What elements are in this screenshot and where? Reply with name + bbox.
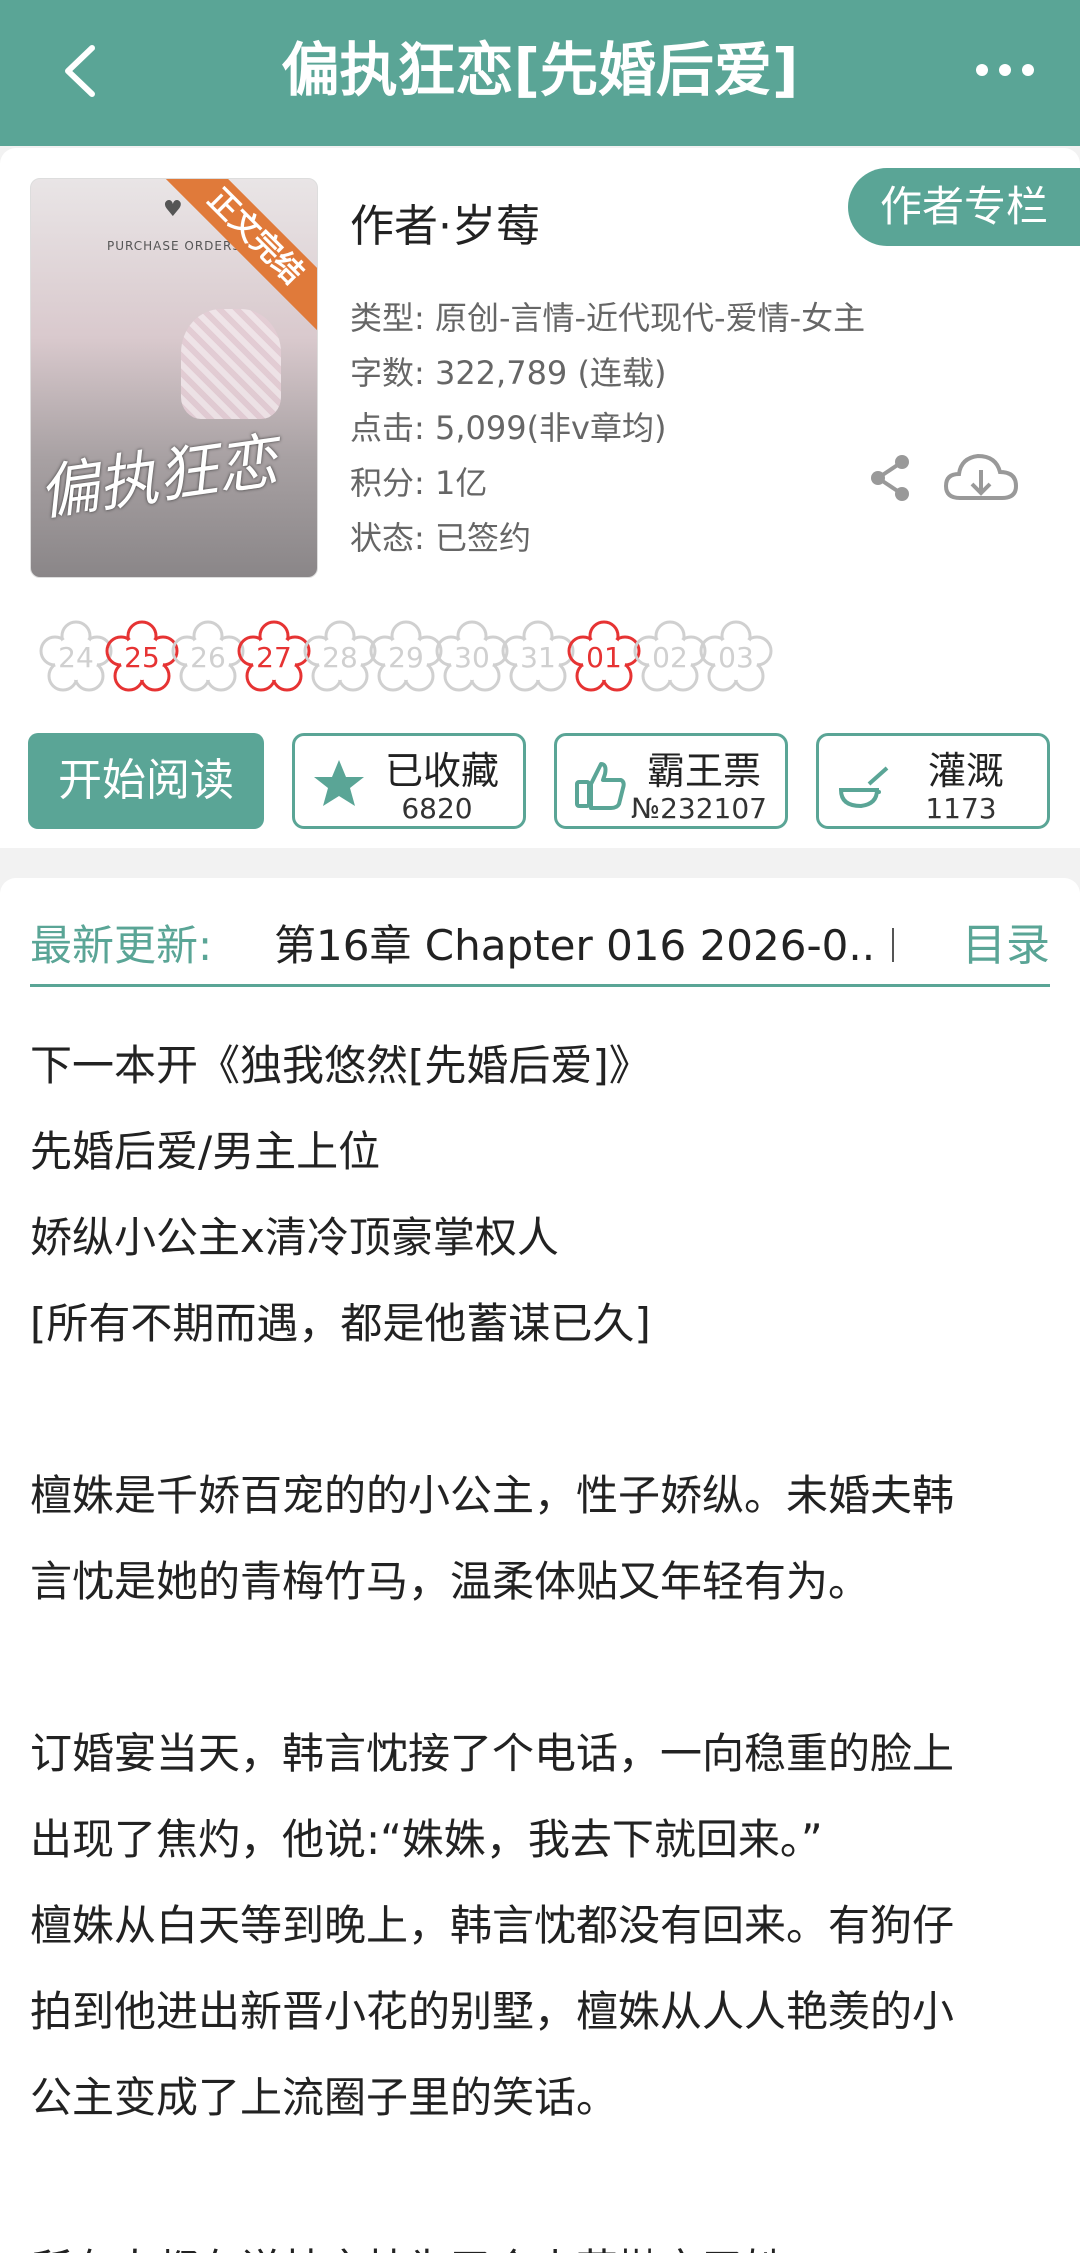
genre-text: 类型: 原创-言情-近代现代-爱情-女主	[350, 299, 866, 337]
bow-decoration	[181, 309, 281, 419]
synopsis-line: 檀姝是千娇百宠的的小公主，性子娇纵。未婚夫韩	[30, 1471, 955, 1520]
top-app-bar: 偏执狂恋[先婚后爱]	[0, 0, 1080, 146]
synopsis-line: 下一本开《独我悠然[先婚后爱]》	[30, 1041, 651, 1090]
ticket-button[interactable]: 霸王票 №232107	[554, 733, 788, 829]
synopsis-line: 所有人都在说韩言忱为了个小花抛弃了她	[30, 2227, 1060, 2253]
cover-calligraphy: 偏执狂恋	[34, 426, 282, 530]
collect-count: 6820	[401, 792, 473, 825]
latest-update-label: 最新更新:	[30, 921, 213, 970]
flower-day-03[interactable]: 03	[696, 618, 776, 698]
synopsis-line: 娇纵小公主x清冷顶豪掌权人	[30, 1213, 559, 1262]
book-title: 偏执狂恋[先婚后爱]	[281, 36, 799, 104]
start-reading-button[interactable]: 开始阅读	[28, 733, 264, 829]
synopsis-line: 檀姝从白天等到晚上，韩言忱都没有回来。有狗仔	[30, 1901, 955, 1950]
more-options-icon[interactable]	[970, 45, 1040, 95]
book-cover-image[interactable]: ♥ PURCHASE ORDERS 偏执狂恋 正文完结	[30, 178, 318, 578]
completed-ribbon: 正文完结	[161, 179, 317, 331]
flower-day-label: 03	[718, 641, 754, 674]
word-count-text: 字数: 322,789 (连载)	[350, 354, 667, 392]
latest-chapter-text[interactable]: 第16章 Chapter 016 2026-0..	[274, 906, 914, 986]
synopsis-card: 最新更新: 第16章 Chapter 016 2026-0.. 目录 下一本开《…	[0, 878, 1080, 2253]
status-text: 状态: 已签约	[350, 519, 531, 557]
heart-icon: ♥	[163, 197, 183, 222]
irrigate-button[interactable]: 灌溉 1173	[816, 733, 1050, 829]
daily-flower-row: 24 25 26 27 28 29 30 31 01 02 03	[36, 618, 1056, 728]
cloud-download-icon[interactable]	[940, 446, 1022, 510]
score-text: 积分: 1亿	[350, 464, 488, 502]
synopsis-line: 言忱是她的青梅竹马，温柔体贴又年轻有为。	[30, 1557, 871, 1606]
latest-update-row[interactable]: 最新更新: 第16章 Chapter 016 2026-0.. 目录	[30, 906, 1050, 986]
synopsis-line: [所有不期而遇，都是他蓄谋已久]	[30, 1299, 651, 1348]
synopsis-line: 拍到他进出新晋小花的别墅，檀姝从人人艳羡的小	[30, 1987, 955, 2036]
divider	[892, 928, 894, 962]
ticket-count: №232107	[630, 792, 767, 825]
irrigate-count: 1173	[925, 792, 997, 825]
synopsis-line: 出现了焦灼，他说:“姝姝，我去下就回来。”	[30, 1815, 823, 1864]
author-name[interactable]: 作者·岁莓	[350, 190, 540, 254]
section-divider	[30, 984, 1050, 987]
book-info-card: ♥ PURCHASE ORDERS 偏执狂恋 正文完结 作者·岁莓 作者专栏 类…	[0, 148, 1080, 848]
book-synopsis: 下一本开《独我悠然[先婚后爱]》 先婚后爱/男主上位娇纵小公主x清冷顶豪掌权人 [所…	[30, 1023, 1060, 2253]
synopsis-line: 订婚宴当天，韩言忱接了个电话，一向稳重的脸上	[30, 1729, 955, 1778]
clicks-text: 点击: 5,099(非v章均)	[350, 409, 667, 447]
collect-label: 已收藏	[384, 749, 499, 793]
ticket-label: 霸王票	[646, 749, 761, 793]
synopsis-line: 公主变成了上流圈子里的笑话。	[30, 2073, 619, 2122]
share-icon[interactable]	[862, 450, 918, 506]
collect-button[interactable]: 已收藏 6820	[292, 733, 526, 829]
synopsis-line: 先婚后爱/男主上位	[30, 1127, 381, 1176]
back-arrow-icon[interactable]	[48, 36, 118, 106]
table-of-contents-link[interactable]: 目录	[962, 906, 1050, 986]
author-column-button[interactable]: 作者专栏	[848, 168, 1080, 246]
irrigate-label: 灌溉	[927, 749, 1004, 793]
